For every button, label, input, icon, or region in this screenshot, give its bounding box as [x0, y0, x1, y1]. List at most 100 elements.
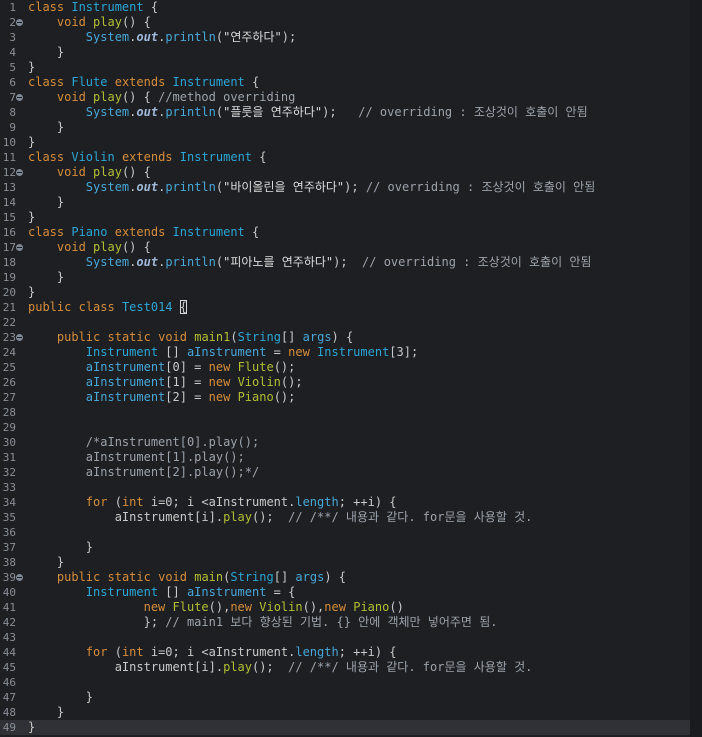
- code-token: main: [194, 570, 224, 584]
- line-number: 43: [2, 631, 16, 644]
- code-line[interactable]: 19 }: [0, 270, 690, 285]
- line-number: 14: [2, 196, 16, 209]
- code-line[interactable]: 10}: [0, 135, 690, 150]
- collapse-icon[interactable]: [16, 574, 23, 581]
- code-line[interactable]: 15}: [0, 210, 690, 225]
- code-text: /*aInstrument[0].play();: [28, 435, 259, 450]
- line-number: 8: [9, 106, 16, 119]
- code-token: aInstrument: [186, 345, 267, 359]
- code-line[interactable]: 39 public static void main(String[] args…: [0, 570, 690, 585]
- code-line[interactable]: 44 for (int i=0; i <aInstrument.length; …: [0, 645, 690, 660]
- code-text: aInstrument[2].play();*/: [28, 465, 259, 480]
- code-line[interactable]: 29: [0, 420, 690, 435]
- code-token: new: [208, 390, 231, 404]
- code-line[interactable]: 18 System.out.println("피아노를 연주하다"); // o…: [0, 255, 690, 270]
- code-line[interactable]: 43: [0, 630, 690, 645]
- code-token: for: [85, 645, 108, 659]
- code-line[interactable]: 9 }: [0, 120, 690, 135]
- code-line[interactable]: 5}: [0, 60, 690, 75]
- collapse-icon[interactable]: [16, 169, 23, 176]
- code-line[interactable]: 2 void play() {: [0, 15, 690, 30]
- code-line[interactable]: 8 System.out.println("플룻을 연주하다"); // ove…: [0, 105, 690, 120]
- code-line[interactable]: 34 for (int i=0; i <aInstrument.length; …: [0, 495, 690, 510]
- code-line[interactable]: 31 aInstrument[1].play();: [0, 450, 690, 465]
- line-number: 45: [2, 661, 16, 674]
- code-token: aInstrument[i].: [28, 510, 224, 524]
- code-text: }: [28, 210, 35, 225]
- code-line[interactable]: 40 Instrument [] aInstrument = {: [0, 585, 690, 600]
- code-line[interactable]: 23 public static void main1(String[] arg…: [0, 330, 690, 345]
- code-line[interactable]: 33: [0, 480, 690, 495]
- code-line[interactable]: 45 aInstrument[i].play(); // /**/ 내용과 같다…: [0, 660, 690, 675]
- line-number: 40: [2, 586, 16, 599]
- code-line[interactable]: 13 System.out.println("바이올린을 연주하다"); // …: [0, 180, 690, 195]
- code-line[interactable]: 37 }: [0, 540, 690, 555]
- code-text: Instrument [] aInstrument = new Instrume…: [28, 345, 418, 360]
- code-text: aInstrument[1] = new Violin();: [28, 375, 303, 390]
- line-number: 26: [2, 376, 16, 389]
- code-line[interactable]: 49}: [0, 720, 690, 735]
- collapse-icon[interactable]: [16, 334, 23, 341]
- line-number: 13: [2, 181, 16, 194]
- code-text: }: [28, 195, 64, 210]
- code-text: }: [28, 60, 35, 75]
- line-number: 30: [2, 436, 16, 449]
- code-line[interactable]: 20}: [0, 285, 690, 300]
- code-line[interactable]: 16 class Piano extends Instrument {: [0, 225, 690, 240]
- code-token: ; ++i) {: [338, 645, 397, 659]
- code-line[interactable]: 24 Instrument [] aInstrument = new Instr…: [0, 345, 690, 360]
- code-token: ();: [280, 375, 303, 389]
- code-line[interactable]: 35 aInstrument[i].play(); // /**/ 내용과 같다…: [0, 510, 690, 525]
- code-token: }: [28, 720, 36, 734]
- code-line[interactable]: 38 }: [0, 555, 690, 570]
- code-text: System.out.println("플룻을 연주하다"); // overr…: [28, 105, 588, 120]
- code-text: class Flute extends Instrument {: [28, 75, 259, 90]
- code-line[interactable]: 1 class Instrument {: [0, 0, 690, 15]
- code-line[interactable]: 7 void play() { //method overriding: [0, 90, 690, 105]
- code-line[interactable]: 6 class Flute extends Instrument {: [0, 75, 690, 90]
- code-token: void: [158, 330, 187, 344]
- code-token: println: [165, 180, 216, 194]
- code-line[interactable]: 30 /*aInstrument[0].play();: [0, 435, 690, 450]
- code-line[interactable]: 21 public class Test014 {: [0, 300, 690, 315]
- code-line[interactable]: 27 aInstrument[2] = new Piano();: [0, 390, 690, 405]
- code-line[interactable]: 12 void play() {: [0, 165, 690, 180]
- code-line[interactable]: 4 }: [0, 45, 690, 60]
- line-number: 49: [2, 721, 16, 734]
- code-token: length: [295, 495, 339, 509]
- code-token: (: [230, 330, 238, 344]
- code-token: class: [28, 75, 65, 89]
- code-line[interactable]: 25 aInstrument[0] = new Flute();: [0, 360, 690, 375]
- code-token: new: [143, 600, 166, 614]
- code-line[interactable]: 41 new Flute(),new Violin(),new Piano(): [0, 600, 690, 615]
- line-number: 7: [9, 91, 16, 104]
- code-line[interactable]: 26 aInstrument[1] = new Violin();: [0, 375, 690, 390]
- code-token: Instrument: [172, 75, 245, 89]
- code-line[interactable]: 46: [0, 675, 690, 690]
- code-line[interactable]: 14 }: [0, 195, 690, 210]
- code-text: new Flute(),new Violin(),new Piano(): [28, 600, 404, 615]
- code-line[interactable]: 3 System.out.println("연주하다");: [0, 30, 690, 45]
- vertical-scrollbar[interactable]: [690, 0, 702, 737]
- code-line[interactable]: 47 }: [0, 690, 690, 705]
- code-token: void: [56, 15, 86, 29]
- code-line[interactable]: 42 }; // main1 보다 향상된 기법. {} 안에 객체만 넣어주면…: [0, 615, 690, 630]
- code-line[interactable]: 32 aInstrument[2].play();*/: [0, 465, 690, 480]
- code-editor[interactable]: 1 class Instrument {2 void play() {3 Syst…: [0, 0, 702, 737]
- code-line[interactable]: 48 }: [0, 705, 690, 720]
- code-token: // /**/ 내용과 같다. for문을 사용할 것.: [288, 510, 533, 524]
- code-line[interactable]: 28: [0, 405, 690, 420]
- code-line[interactable]: 11 class Violin extends Instrument {: [0, 150, 690, 165]
- code-line[interactable]: 22: [0, 315, 690, 330]
- collapse-icon[interactable]: [16, 94, 23, 101]
- code-token: }: [28, 60, 36, 74]
- collapse-icon[interactable]: [16, 244, 23, 251]
- code-line[interactable]: 36: [0, 525, 690, 540]
- code-token: play: [93, 240, 122, 254]
- collapse-icon[interactable]: [16, 19, 23, 26]
- code-token: Instrument: [71, 0, 144, 14]
- code-line[interactable]: 17 void play() {: [0, 240, 690, 255]
